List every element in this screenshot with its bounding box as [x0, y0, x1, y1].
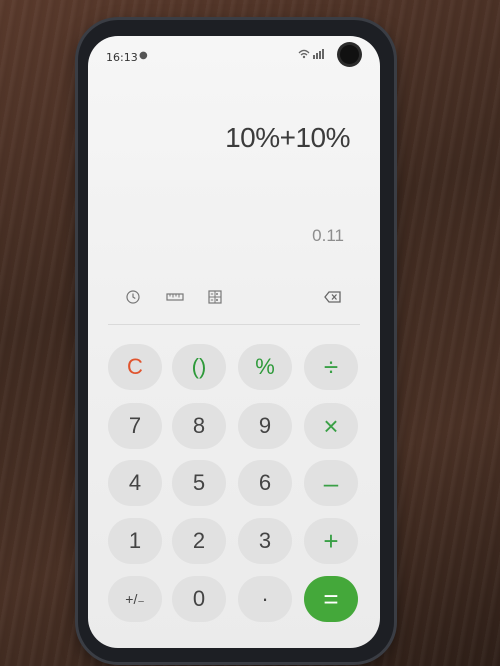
digit-3-button[interactable]: 3: [238, 518, 292, 564]
digit-9-button[interactable]: 9: [238, 403, 292, 449]
equals-button[interactable]: =: [304, 576, 358, 622]
digit-4-button[interactable]: 4: [108, 460, 162, 506]
history-clock-icon[interactable]: [126, 289, 140, 304]
mic-icon: ●: [139, 50, 148, 61]
calculator-screen: 16:13 ● 10%+10% 0.11 C () % ÷ 7 8 9 × 4 …: [88, 36, 380, 648]
expression-display[interactable]: 10%+10%: [225, 122, 350, 154]
result-preview: 0.11: [312, 226, 344, 245]
backspace-icon[interactable]: [324, 289, 342, 303]
scientific-calculator-icon[interactable]: [208, 289, 222, 304]
clear-button[interactable]: C: [108, 344, 162, 390]
wifi-signal-icon: [298, 48, 326, 63]
multiply-button[interactable]: ×: [304, 403, 358, 449]
minus-button[interactable]: –: [304, 460, 358, 506]
digit-0-button[interactable]: 0: [172, 576, 226, 622]
ruler-icon[interactable]: [166, 289, 184, 303]
sign-toggle-button[interactable]: +/₋: [108, 576, 162, 622]
digit-8-button[interactable]: 8: [172, 403, 226, 449]
digit-7-button[interactable]: 7: [108, 403, 162, 449]
percent-button[interactable]: %: [238, 344, 292, 390]
digit-2-button[interactable]: 2: [172, 518, 226, 564]
digit-5-button[interactable]: 5: [172, 460, 226, 506]
digit-1-button[interactable]: 1: [108, 518, 162, 564]
status-time: 16:13: [106, 51, 138, 64]
divide-button[interactable]: ÷: [304, 344, 358, 390]
decimal-button[interactable]: ·: [238, 576, 292, 622]
front-camera: [340, 45, 359, 64]
keypad-divider: [108, 324, 360, 325]
digit-6-button[interactable]: 6: [238, 460, 292, 506]
plus-button[interactable]: +: [304, 518, 358, 564]
parentheses-button[interactable]: (): [172, 344, 226, 390]
